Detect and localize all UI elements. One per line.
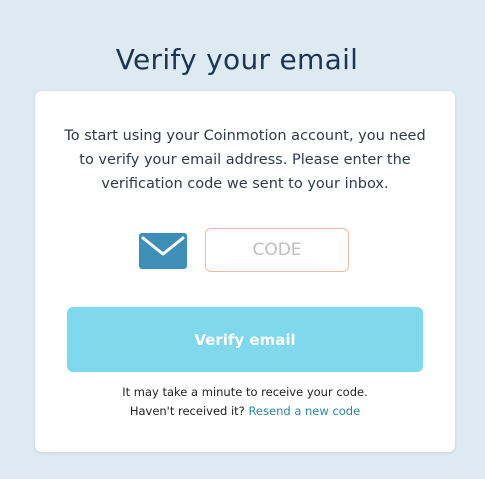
page-title: Verify your email — [115, 42, 359, 76]
resend-code-link[interactable]: Resend a new code — [248, 404, 360, 418]
verification-card: To start using your Coinmotion account, … — [35, 91, 455, 452]
hint-wait-text: It may take a minute to receive your cod… — [122, 385, 368, 399]
verify-email-button[interactable]: Verify email — [67, 307, 423, 372]
hint-resend-line: Haven't received it? Resend a new code — [35, 404, 455, 418]
envelope-icon — [139, 233, 187, 269]
code-input[interactable] — [205, 228, 349, 272]
intro-text: To start using your Coinmotion account, … — [64, 128, 426, 192]
hint-not-received-text: Haven't received it? — [129, 404, 245, 418]
